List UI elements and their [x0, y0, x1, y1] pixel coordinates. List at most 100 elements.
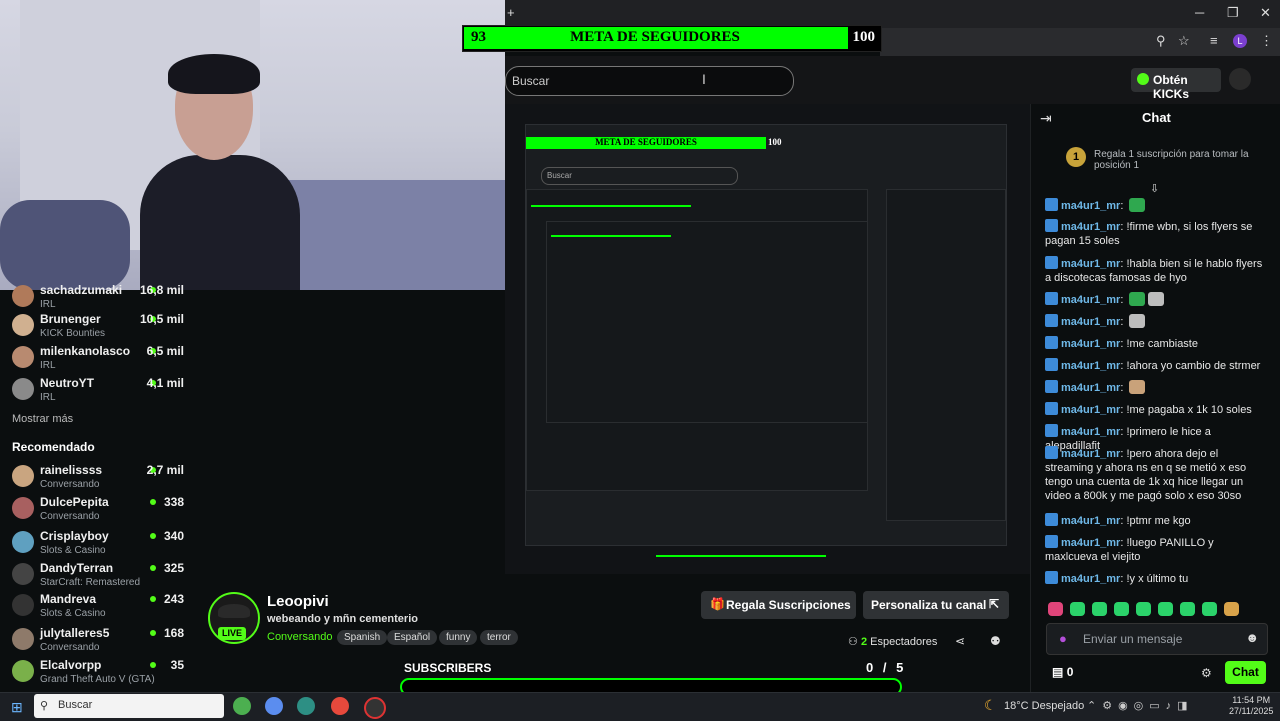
tag-chip[interactable]: Spanish [337, 630, 388, 645]
taskbar-weather[interactable]: 18°C Despejado [1004, 700, 1084, 712]
show-more-link[interactable]: Mostrar más [12, 413, 73, 425]
chat-username[interactable]: ma4ur1_mr [1061, 294, 1120, 306]
taskbar-search[interactable]: ⚲ Buscar [34, 694, 224, 718]
search-placeholder: Buscar [512, 74, 550, 88]
collapse-chat-icon[interactable]: ⇥ [1040, 110, 1052, 127]
emote-icon [1129, 380, 1146, 394]
zoom-icon[interactable]: ⚲ [1156, 33, 1166, 49]
user-avatar[interactable] [1229, 68, 1251, 90]
channel-name[interactable]: Leoopivi [267, 593, 329, 610]
sidebar-channel[interactable]: NeutroYT IRL 4,1 mil [12, 376, 184, 408]
follower-goal-target: 100 [852, 29, 876, 45]
restore-button[interactable]: ❐ [1227, 5, 1239, 21]
emote-button[interactable] [1136, 602, 1151, 616]
obs-taskbar-icon[interactable] [364, 697, 386, 719]
follow-user-icon[interactable]: ⚉ [990, 634, 1001, 648]
chat-username[interactable]: ma4ur1_mr [1061, 221, 1120, 233]
sidebar-channel[interactable]: DulcePepita Conversando 338 [12, 495, 184, 527]
mirror-search: Buscar [541, 167, 738, 185]
chat-username[interactable]: ma4ur1_mr [1061, 360, 1120, 372]
tag-chip[interactable]: terror [480, 630, 518, 645]
viewer-count: 16,8 mil [139, 283, 184, 297]
tag-chip[interactable]: Español [387, 630, 438, 645]
subscribers-goal-count: 0 / 5 [866, 660, 907, 675]
chrome-active-taskbar-icon[interactable] [331, 697, 349, 715]
close-window-button[interactable]: ✕ [1260, 5, 1271, 21]
channel-name: julytalleres5 [40, 626, 110, 640]
emote-button[interactable] [1048, 602, 1063, 616]
mirror-layer [546, 221, 868, 423]
windows-start-icon[interactable]: ⊞ [11, 699, 23, 716]
emote-button[interactable] [1224, 602, 1239, 616]
bookmark-star-icon[interactable]: ☆ [1178, 33, 1190, 49]
chat-username[interactable]: ma4ur1_mr [1061, 258, 1120, 270]
expand-pinned-icon[interactable]: ⇩ [1150, 182, 1159, 195]
stream-category[interactable]: Conversando [267, 631, 332, 643]
chat-username[interactable]: ma4ur1_mr [1061, 316, 1120, 328]
new-tab-button[interactable]: + [507, 5, 515, 20]
media-controls-icon[interactable]: ≡ [1210, 33, 1218, 48]
microphone-icon[interactable]: ● [1059, 631, 1067, 646]
tag-chip[interactable]: funny [439, 630, 478, 645]
chat-settings-icon[interactable]: ⚙ [1201, 666, 1212, 680]
channel-avatar-icon [12, 346, 34, 368]
sidebar-channel[interactable]: rainelissss Conversando 2,7 mil [12, 463, 184, 495]
viewer-count: 2,7 mil [146, 463, 184, 477]
sidebar-channel[interactable]: julytalleres5 Conversando 168 [12, 626, 184, 658]
chat-message-input[interactable]: ● Enviar un mensaje ☻ [1046, 623, 1268, 655]
get-kicks-button[interactable]: Obtén KICKs [1131, 68, 1221, 101]
sidebar-channel[interactable]: Mandreva Slots & Casino 243 [12, 592, 184, 624]
chat-username[interactable]: ma4ur1_mr [1061, 404, 1120, 416]
emote-button[interactable] [1114, 602, 1129, 616]
sidebar-channel[interactable]: Elcalvorpp Grand Theft Auto V (GTA) 35 [12, 658, 184, 690]
sidebar-channel[interactable]: DandyTerran StarCraft: Remastered 325 [12, 561, 184, 593]
channel-category: Conversando [40, 511, 100, 522]
channel-name: rainelissss [40, 463, 103, 477]
emote-button[interactable] [1092, 602, 1107, 616]
emoji-picker-icon[interactable]: ☻ [1245, 630, 1259, 645]
channel-category: Conversando [40, 479, 100, 490]
sidebar-channel[interactable]: sachadzumaki IRL 16,8 mil [12, 283, 184, 315]
chat-username[interactable]: ma4ur1_mr [1061, 200, 1120, 212]
sidebar-channel[interactable]: milenkanolasco IRL 6,5 mil [12, 344, 184, 376]
profile-avatar[interactable]: L [1233, 34, 1247, 48]
chat-username[interactable]: ma4ur1_mr [1061, 573, 1120, 585]
channel-avatar-icon [12, 378, 34, 400]
chat-username[interactable]: ma4ur1_mr [1061, 515, 1120, 527]
viewer-count: 168 [163, 626, 184, 640]
minimize-button[interactable]: ─ [1195, 5, 1204, 20]
chat-username[interactable]: ma4ur1_mr [1061, 537, 1120, 549]
emote-button[interactable] [1202, 602, 1217, 616]
emote-button[interactable] [1070, 602, 1085, 616]
chat-message: ma4ur1_mr: !luego PANILLO y maxlcueva el… [1045, 535, 1214, 563]
search-input[interactable]: Buscar I [505, 66, 794, 96]
viewer-count: 4,1 mil [146, 376, 184, 390]
emote-button[interactable] [1180, 602, 1195, 616]
taskbar-clock[interactable]: 11:54 PM 27/11/2025 [1229, 695, 1273, 717]
browser-menu-icon[interactable]: ⋮ [1260, 33, 1273, 49]
chat-message: ma4ur1_mr: !ahora yo cambio de strmer [1045, 358, 1267, 373]
chat-username[interactable]: ma4ur1_mr [1061, 426, 1120, 438]
subscriber-badge-icon [1045, 256, 1058, 269]
live-dot-icon [150, 565, 156, 571]
gift-subs-button[interactable]: 🎁 Regala Suscripciones [701, 591, 856, 619]
sidebar-channel[interactable]: Brunenger KICK Bounties 10,5 mil [12, 312, 184, 344]
chat-username[interactable]: ma4ur1_mr [1061, 382, 1120, 394]
chat-username[interactable]: ma4ur1_mr [1061, 448, 1120, 460]
send-chat-button[interactable]: Chat [1225, 661, 1266, 684]
customize-channel-button[interactable]: Personaliza tu canal ⇱ [863, 591, 1009, 619]
sidebar-channel[interactable]: Crisplayboy Slots & Casino 340 [12, 529, 184, 561]
chat-message: ma4ur1_mr: [1045, 292, 1267, 307]
emote-icon [1129, 314, 1146, 328]
copilot-taskbar-icon[interactable] [265, 697, 283, 715]
channel-category: Conversando [40, 642, 100, 653]
share-icon[interactable]: ⋖ [955, 634, 965, 648]
system-tray-icons[interactable]: ⌃⚙◉◎▭♪◨ [1087, 699, 1194, 712]
channel-points[interactable]: ▤ 0 [1052, 665, 1073, 679]
chrome-taskbar-icon[interactable] [233, 697, 251, 715]
chat-username[interactable]: ma4ur1_mr [1061, 338, 1120, 350]
subscriber-badge-icon [1045, 513, 1058, 526]
files-taskbar-icon[interactable] [297, 697, 315, 715]
emote-button[interactable] [1158, 602, 1173, 616]
chat-message: ma4ur1_mr: !firme wbn, si los flyers se … [1045, 219, 1253, 247]
